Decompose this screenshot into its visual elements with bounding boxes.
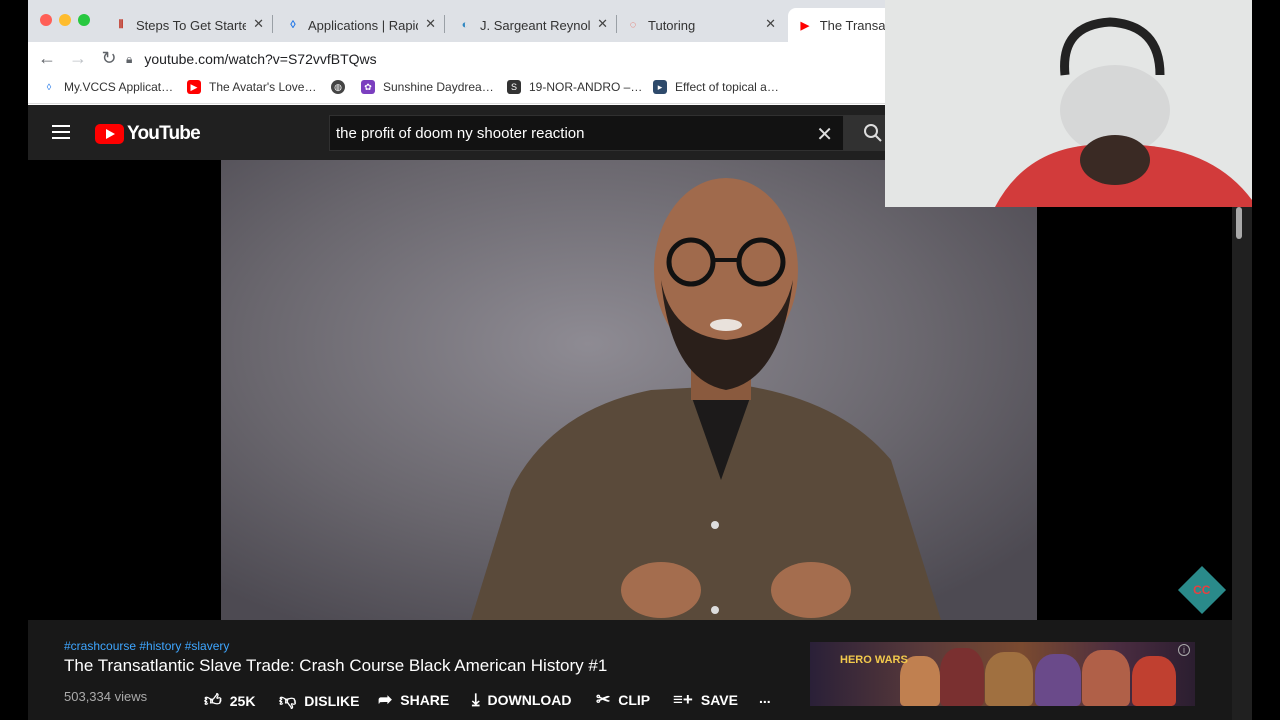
tab-title: Tutoring [648,17,696,33]
search-input[interactable]: the profit of doom ny shooter reaction ✕ [329,115,844,151]
bookmark-label: The Avatar's Love… [209,80,317,94]
tab-steps[interactable]: ⦀ Steps To Get Starte ✕ [114,8,270,42]
close-tab-icon[interactable]: ✕ [765,16,776,32]
scissors-icon: ✂ [596,690,611,709]
tab-separator [616,15,617,33]
clip-label: CLIP [618,692,651,708]
ad-character [1082,650,1130,706]
bookmark-vccs[interactable]: ◊ My.VCCS Applicat… [42,80,173,94]
thumbs-up-icon: 👍︎ [204,691,222,710]
bookmark-avatar[interactable]: ▶ The Avatar's Love… [187,80,316,94]
tab-title: Applications | Rapid [308,17,418,33]
view-count: 503,334 views [64,689,148,704]
hero-wars-logo: HERO WARS [840,654,908,666]
add-to-playlist-icon: ≡+ [673,690,693,709]
like-count: 25K [229,692,256,709]
search-icon [864,124,882,142]
share-icon: ➦ [378,690,393,709]
save-label: SAVE [700,692,738,708]
video-hashtags[interactable]: #crashcourse #history #slavery [64,639,229,653]
video-info: #crashcourse #history #slavery The Trans… [28,620,1232,720]
save-button[interactable]: ≡+ SAVE [673,690,738,710]
close-window-button[interactable] [40,14,52,26]
bookmark-label: Effect of topical a… [675,80,779,94]
more-actions-label: ... [759,690,771,706]
tab-tutoring[interactable]: ◌ Tutoring ✕ [626,8,782,42]
ad-info-icon[interactable]: i [1178,644,1190,656]
lock-icon: 🔒︎ [126,51,133,66]
address-bar[interactable]: 🔒︎ youtube.com/watch?v=S72vvfBTQws [126,45,906,73]
tab-separator [444,15,445,33]
close-tab-icon[interactable]: ✕ [425,16,436,32]
share-label: SHARE [400,692,450,708]
youtube-wordmark: YouTube [127,123,201,144]
youtube-play-icon [95,124,124,144]
steps-icon: ⦀ [118,18,124,31]
tab-youtube-active[interactable]: ▶ The Transat [788,8,898,42]
video-player[interactable]: CC [28,160,1232,620]
webcam-overlay [885,0,1252,207]
download-icon: ⤓ [472,690,480,709]
bookmark-nor-andro[interactable]: S 19-NOR-ANDRO –… [507,80,642,94]
bookmark-globe[interactable]: ◍ [331,80,353,94]
browser-window: ⦀ Steps To Get Starte ✕ ◊ Applications |… [28,0,1252,720]
bookmark-effect[interactable]: ▸ Effect of topical a… [653,80,779,94]
applications-icon: ◊ [290,19,296,31]
watermark-text: CC [1193,583,1211,597]
clip-button[interactable]: ✂ CLIP [596,690,650,710]
bookmark-sunshine[interactable]: ✿ Sunshine Daydrea… [361,80,494,94]
dislike-button[interactable]: 👎︎ DISLIKE [279,690,360,711]
more-actions-button[interactable]: ... [759,690,771,706]
share-button[interactable]: ➦ SHARE [378,690,449,710]
menu-icon[interactable] [52,125,70,139]
like-button[interactable]: 👍︎ 25K [204,690,255,711]
scrollbar-thumb[interactable] [1236,207,1242,239]
clear-search-icon[interactable]: ✕ [816,122,833,147]
maximize-window-button[interactable] [78,14,90,26]
screen-border-right [1252,0,1280,720]
ad-character [985,652,1033,706]
dislike-label: DISLIKE [304,692,360,709]
webcam-feed-image [885,0,1252,207]
youtube-logo[interactable]: YouTube [95,123,201,145]
tab-separator [272,15,273,33]
close-tab-icon[interactable]: ✕ [597,16,608,32]
screen-border-left [0,0,28,720]
article-icon: ▸ [653,80,667,94]
youtube-icon: ▶ [187,80,201,94]
crash-course-watermark[interactable]: CC [1177,565,1227,615]
tab-title: J. Sargeant Reynold [480,17,590,33]
tab-jsr[interactable]: ◐ J. Sargeant Reynold ✕ [458,8,614,42]
minimize-window-button[interactable] [59,14,71,26]
bookmark-app-icon: ✿ [361,80,375,94]
tab-applications[interactable]: ◊ Applications | Rapid ✕ [286,8,442,42]
youtube-icon: ▶ [800,19,810,32]
close-tab-icon[interactable]: ✕ [253,16,264,32]
video-title: The Transatlantic Slave Trade: Crash Cou… [64,656,608,675]
video-presenter-image [221,160,1037,620]
back-arrow-icon[interactable]: ← [36,47,58,69]
ad-character [1132,656,1176,706]
download-label: DOWNLOAD [487,692,572,708]
ad-character [940,648,984,706]
reload-icon[interactable]: ↻ [98,47,120,69]
advertisement-banner[interactable]: HERO WARS [810,642,1195,706]
url-text: youtube.com/watch?v=S72vvfBTQws [144,51,377,67]
thumbs-down-icon: 👎︎ [279,691,297,710]
forward-arrow-icon[interactable]: → [67,47,89,69]
search-query-text: the profit of doom ny shooter reaction [336,124,585,142]
globe-icon: ◍ [331,80,345,94]
bookmark-label: 19-NOR-ANDRO –… [529,80,643,94]
bookmark-label: My.VCCS Applicat… [64,80,174,94]
ad-character [1035,654,1081,706]
vccs-icon: ◊ [46,82,52,92]
tab-title: Steps To Get Starte [136,17,246,33]
tutoring-icon: ◌ [629,19,637,31]
jsr-icon: ◐ [461,19,469,31]
supplement-icon: S [507,80,521,94]
video-frame[interactable] [221,160,1037,620]
bookmark-label: Sunshine Daydrea… [383,80,494,94]
download-button[interactable]: ⤓ DOWNLOAD [472,690,572,710]
page-scrollbar[interactable] [1232,160,1252,720]
